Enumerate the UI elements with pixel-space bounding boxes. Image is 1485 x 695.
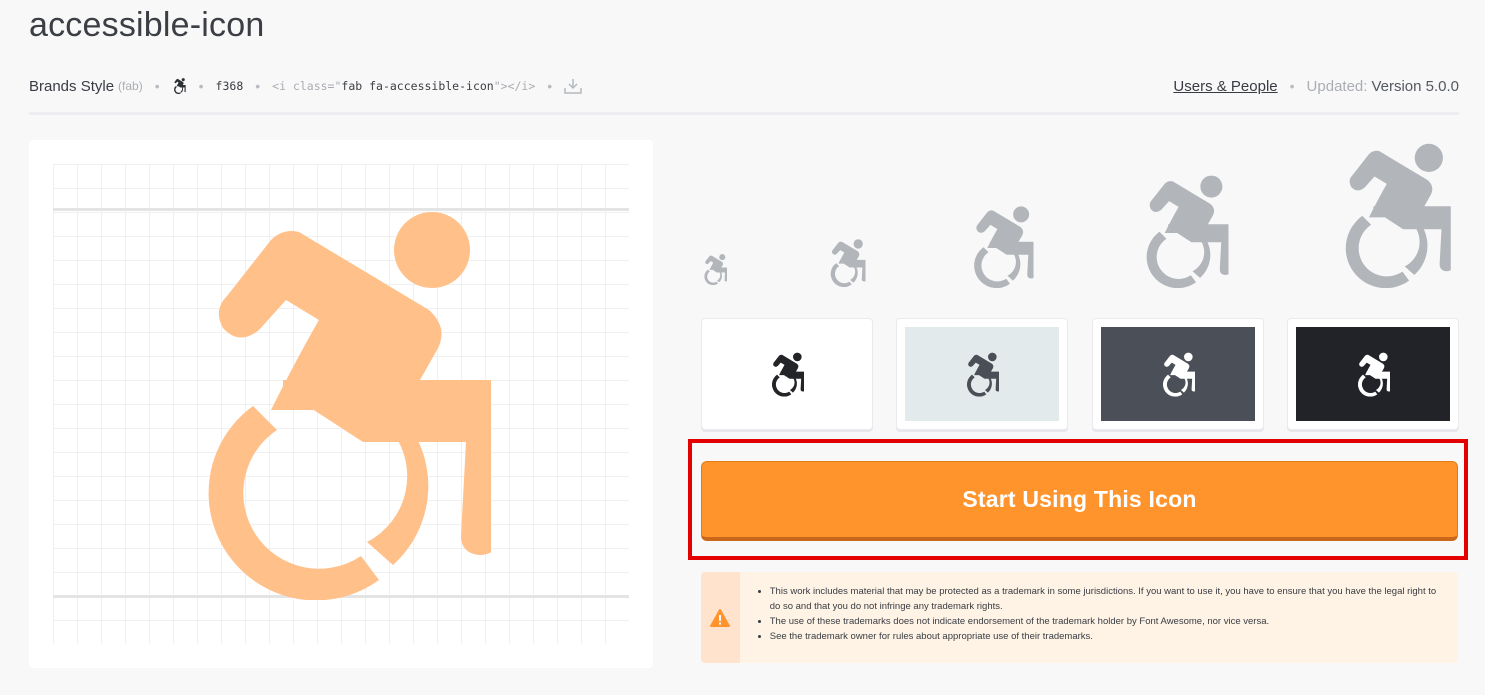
swatch-dark-gray[interactable] [1092, 318, 1264, 430]
icon-preview-canvas [29, 140, 653, 668]
warning-icon [710, 608, 731, 627]
updated-label: Updated: [1306, 77, 1368, 95]
style-label: Brands Style [29, 77, 115, 95]
notice-item: The use of these trademarks does not ind… [770, 614, 1442, 629]
notice-item: This work includes material that may be … [770, 584, 1442, 614]
swatch-background [905, 327, 1059, 421]
category-link[interactable]: Users & People [1173, 78, 1277, 95]
swatch-background [1101, 327, 1255, 421]
accessible-icon [1161, 352, 1195, 397]
header-divider [29, 112, 1459, 115]
swatch-background [710, 327, 864, 421]
swatch-black[interactable] [1287, 318, 1459, 430]
html-snippet[interactable]: <i class="fab fa-accessible-icon"></i> [272, 79, 535, 93]
notice-icon-panel [701, 572, 740, 663]
separator: • [198, 78, 204, 94]
accessible-icon[interactable] [828, 239, 866, 287]
accessible-icon [1356, 352, 1390, 397]
icon-meta-bar: Brands Style (fab) • • f368 • <i class="… [29, 72, 1459, 100]
code-class: fab fa-accessible-icon [341, 79, 494, 93]
separator: • [154, 78, 160, 94]
accessible-icon [965, 352, 999, 397]
separator: • [547, 78, 553, 94]
accessible-icon[interactable] [172, 78, 187, 94]
page-title: accessible-icon [29, 6, 265, 44]
swatch-background [1296, 327, 1450, 421]
separator: • [1289, 78, 1295, 94]
accessible-icon [770, 352, 804, 397]
accessible-icon[interactable] [970, 206, 1034, 288]
swatch-light-gray[interactable] [896, 318, 1068, 430]
trademark-notice: This work includes material that may be … [701, 572, 1458, 663]
style-prefix: (fab) [118, 79, 143, 93]
accessible-icon[interactable] [1337, 143, 1453, 288]
notice-list: This work includes material that may be … [740, 572, 1458, 663]
unicode-value[interactable]: f368 [216, 79, 244, 93]
accessible-icon [191, 210, 491, 600]
download-icon[interactable] [564, 78, 582, 94]
swatch-white[interactable] [701, 318, 873, 430]
separator: • [255, 78, 261, 94]
updated-version: Version 5.0.0 [1371, 77, 1459, 95]
start-using-icon-button[interactable]: Start Using This Icon [701, 461, 1458, 541]
code-open: <i class=" [272, 79, 342, 93]
size-previews [700, 140, 1460, 290]
accessible-icon[interactable] [1140, 175, 1230, 288]
code-close: "></i> [493, 79, 536, 93]
accessible-icon[interactable] [703, 253, 727, 286]
notice-item: See the trademark owner for rules about … [770, 629, 1442, 644]
